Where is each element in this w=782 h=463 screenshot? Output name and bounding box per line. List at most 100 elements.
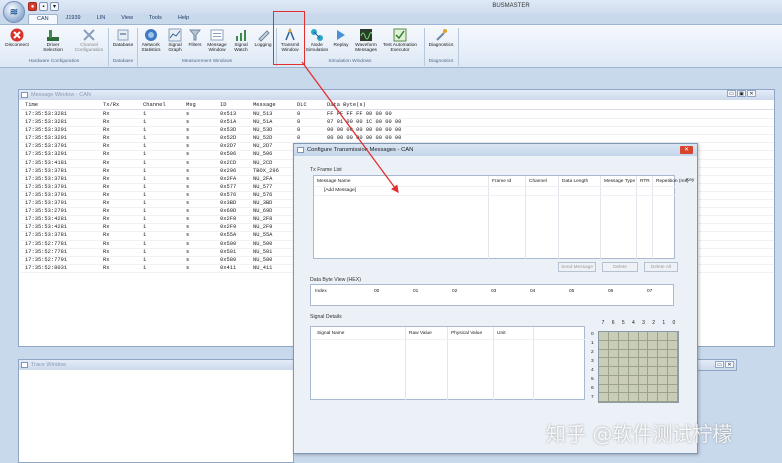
bit-cell[interactable] bbox=[608, 393, 619, 402]
tab-view[interactable]: View bbox=[113, 14, 141, 24]
table-row[interactable]: 17:35:53:3291 Rx 1 s 0x53D NU_53D 8 00 00 00 00… bbox=[21, 127, 774, 136]
bit-cell[interactable] bbox=[658, 349, 669, 359]
data-byte-view[interactable]: Index 00 01 02 03 04 05 06 07 bbox=[310, 284, 674, 306]
network-statistics-button[interactable]: Network Statistics bbox=[138, 27, 164, 53]
hdr-message-type[interactable]: Message Type bbox=[604, 179, 635, 184]
bit-cell[interactable] bbox=[618, 384, 629, 394]
bit-cell[interactable] bbox=[608, 332, 619, 341]
hdr-unit[interactable]: Unit bbox=[497, 331, 506, 336]
test-automation-button[interactable]: Test Automation Executor bbox=[380, 27, 420, 53]
tab-can[interactable]: CAN bbox=[28, 14, 58, 24]
bit-cell[interactable] bbox=[638, 340, 649, 350]
hdr-physical-value[interactable]: Physical Value bbox=[451, 331, 482, 336]
bit-cell[interactable] bbox=[648, 384, 659, 394]
bit-cell[interactable] bbox=[608, 367, 619, 376]
bit-cell[interactable] bbox=[599, 358, 609, 367]
bit-cell[interactable] bbox=[668, 349, 678, 359]
bit-cell[interactable] bbox=[648, 375, 659, 385]
bit-cell[interactable] bbox=[628, 358, 639, 367]
diagnostics-button[interactable]: Diagnostics bbox=[426, 27, 456, 48]
app-orb-icon[interactable]: ≋ bbox=[3, 1, 25, 23]
col-id[interactable]: ID bbox=[220, 102, 226, 108]
hdr-rtr[interactable]: RTR bbox=[640, 179, 650, 184]
hdr-channel[interactable]: Channel bbox=[529, 179, 547, 184]
bit-cell[interactable] bbox=[658, 393, 669, 402]
minimize-icon[interactable]: ▭ bbox=[727, 90, 736, 97]
bit-cell[interactable] bbox=[648, 358, 659, 367]
message-window-button[interactable]: Message Window bbox=[204, 27, 230, 53]
bit-cell[interactable] bbox=[618, 332, 629, 341]
bit-cell[interactable] bbox=[648, 340, 659, 350]
bit-cell[interactable] bbox=[638, 332, 649, 341]
driver-selection-button[interactable]: Driver Selection bbox=[40, 27, 66, 53]
bit-cell[interactable] bbox=[628, 340, 639, 350]
bit-cell[interactable] bbox=[638, 358, 649, 367]
bit-cell[interactable] bbox=[618, 375, 629, 385]
col-channel[interactable]: Channel bbox=[143, 102, 166, 108]
bit-cell[interactable] bbox=[638, 367, 649, 376]
table-row[interactable]: 17:35:53:3281 Rx 1 s 0x51A NU_51A 8 07 01 00 00… bbox=[21, 119, 774, 128]
col-msg[interactable]: Msg bbox=[186, 102, 196, 108]
waveform-messages-button[interactable]: Waveform Messages bbox=[352, 27, 380, 53]
bit-cell[interactable] bbox=[628, 384, 639, 394]
bit-cell[interactable] bbox=[628, 367, 639, 376]
bit-cell[interactable] bbox=[599, 340, 609, 350]
hdr-message-name[interactable]: Message Name bbox=[317, 179, 351, 184]
col-dlc[interactable]: DLC bbox=[297, 102, 307, 108]
send-message-button[interactable]: Send Message bbox=[558, 262, 596, 272]
bit-cell[interactable] bbox=[668, 375, 678, 385]
bit-cell[interactable] bbox=[628, 393, 639, 402]
col-message[interactable]: Message bbox=[253, 102, 276, 108]
bit-cell[interactable] bbox=[599, 332, 609, 341]
col-txrx[interactable]: Tx/Rx bbox=[103, 102, 119, 108]
bit-cell[interactable] bbox=[658, 332, 669, 341]
tab-tools[interactable]: Tools bbox=[141, 14, 170, 24]
hdr-frame-id[interactable]: Frame Id bbox=[492, 179, 511, 184]
bit-cell[interactable] bbox=[599, 375, 609, 385]
bit-cell[interactable] bbox=[618, 393, 629, 402]
delete-all-button[interactable]: Delete All bbox=[644, 262, 678, 272]
col-time[interactable]: Time bbox=[25, 102, 38, 108]
replay-button[interactable]: Replay bbox=[330, 27, 352, 48]
delete-button[interactable]: Delete bbox=[602, 262, 638, 272]
bit-matrix[interactable] bbox=[598, 331, 679, 403]
bit-cell[interactable] bbox=[668, 393, 678, 402]
disconnect-button[interactable]: Disconnect bbox=[4, 27, 30, 48]
bit-cell[interactable] bbox=[608, 349, 619, 359]
bit-cell[interactable] bbox=[648, 367, 659, 376]
logging-button[interactable]: Logging bbox=[252, 27, 274, 48]
bit-cell[interactable] bbox=[668, 367, 678, 376]
bit-cell[interactable] bbox=[628, 332, 639, 341]
signal-watch-button[interactable]: Signal Watch bbox=[230, 27, 252, 53]
table-row[interactable]: 17:35:53:3281 Rx 1 s 0x513 NU_513 8 FF FF FF FF… bbox=[21, 111, 774, 120]
tab-help[interactable]: Help bbox=[170, 14, 197, 24]
close-icon[interactable]: ✕ bbox=[747, 90, 756, 97]
close-icon[interactable]: ✕ bbox=[680, 146, 693, 154]
hdr-key[interactable]: Key bbox=[686, 178, 694, 183]
hdr-raw-value[interactable]: Raw Value bbox=[409, 331, 432, 336]
signal-graph-button[interactable]: Signal Graph bbox=[164, 27, 186, 53]
database-button[interactable]: Database bbox=[110, 27, 136, 48]
bit-cell[interactable] bbox=[658, 384, 669, 394]
maximize-icon[interactable]: ▣ bbox=[737, 90, 746, 97]
bit-cell[interactable] bbox=[658, 375, 669, 385]
bit-cell[interactable] bbox=[648, 332, 659, 341]
tab-lin[interactable]: LIN bbox=[89, 14, 114, 24]
bit-cell[interactable] bbox=[608, 340, 619, 350]
bit-cell[interactable] bbox=[599, 384, 609, 394]
bit-cell[interactable] bbox=[599, 349, 609, 359]
bit-cell[interactable] bbox=[668, 340, 678, 350]
bit-cell[interactable] bbox=[638, 393, 649, 402]
bit-cell[interactable] bbox=[599, 393, 609, 402]
bit-cell[interactable] bbox=[618, 358, 629, 367]
bit-cell[interactable] bbox=[608, 384, 619, 394]
node-simulation-button[interactable]: Node Simulation bbox=[304, 27, 330, 53]
bit-cell[interactable] bbox=[618, 349, 629, 359]
bit-cell[interactable] bbox=[608, 358, 619, 367]
bit-cell[interactable] bbox=[599, 367, 609, 376]
bit-cell[interactable] bbox=[618, 340, 629, 350]
hdr-signal-name[interactable]: Signal Name bbox=[317, 331, 344, 336]
bit-cell[interactable] bbox=[658, 367, 669, 376]
signal-details-list[interactable]: Signal Name Raw Value Physical Value Uni… bbox=[310, 326, 586, 401]
hdr-data-length[interactable]: Data Length bbox=[562, 179, 588, 184]
